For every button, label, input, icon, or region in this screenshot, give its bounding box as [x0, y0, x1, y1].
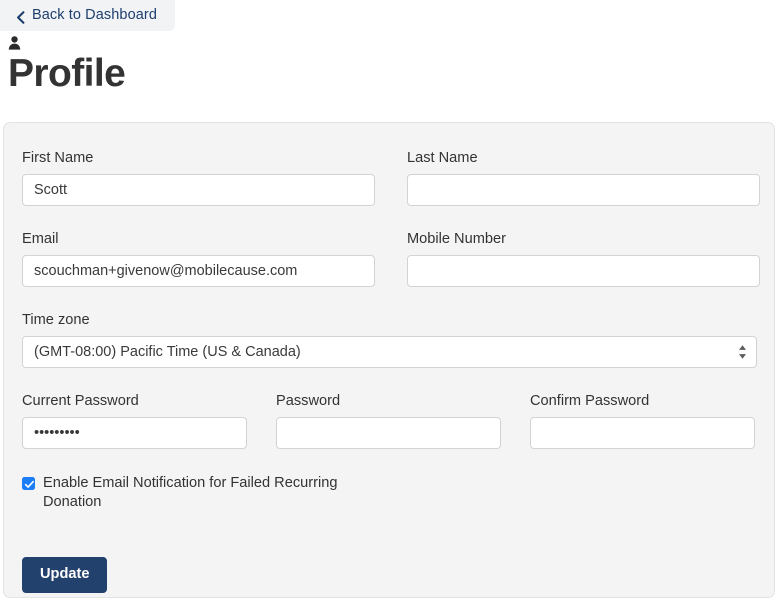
new-password-label: Password [276, 393, 341, 409]
user-icon [8, 36, 21, 50]
password-row: Current Password Password Confirm Passwo… [22, 392, 757, 449]
profile-page: Back to Dashboard Profile First Name Las… [0, 0, 778, 604]
current-password-field: Current Password [22, 392, 247, 449]
update-button[interactable]: Update [22, 557, 108, 593]
timezone-row: Time zone (GMT-08:00) Pacific Time (US &… [22, 311, 757, 368]
first-name-label: First Name [22, 150, 94, 166]
last-name-field: Last Name [407, 149, 760, 206]
email-field: Email [22, 230, 375, 287]
confirm-password-field: Confirm Password [530, 392, 755, 449]
back-to-dashboard-label: Back to Dashboard [32, 7, 158, 24]
confirm-password-input[interactable] [530, 417, 755, 449]
first-name-input[interactable] [22, 174, 375, 206]
timezone-label: Time zone [22, 312, 90, 328]
email-notification-row[interactable]: Enable Email Notification for Failed Rec… [22, 473, 757, 512]
name-row: First Name Last Name [22, 149, 760, 206]
chevron-left-icon [16, 11, 25, 24]
current-password-input[interactable] [22, 417, 247, 449]
last-name-input[interactable] [407, 174, 760, 206]
email-input[interactable] [22, 255, 375, 287]
mobile-number-label: Mobile Number [407, 231, 506, 247]
email-notification-label[interactable]: Enable Email Notification for Failed Rec… [43, 474, 343, 512]
timezone-field: Time zone (GMT-08:00) Pacific Time (US &… [22, 311, 757, 368]
page-header: Profile [8, 36, 408, 96]
confirm-password-label: Confirm Password [530, 393, 650, 409]
mobile-number-field: Mobile Number [407, 230, 760, 287]
first-name-field: First Name [22, 149, 375, 206]
last-name-label: Last Name [407, 150, 478, 166]
check-icon [24, 480, 34, 488]
profile-form-card: First Name Last Name Email Mobile Number [3, 122, 775, 598]
contact-row: Email Mobile Number [22, 230, 760, 287]
mobile-number-input[interactable] [407, 255, 760, 287]
back-to-dashboard-button[interactable]: Back to Dashboard [0, 0, 176, 31]
current-password-label: Current Password [22, 393, 139, 409]
email-label: Email [22, 231, 59, 247]
email-notification-checkbox[interactable] [22, 477, 35, 490]
timezone-select[interactable]: (GMT-08:00) Pacific Time (US & Canada) [22, 336, 757, 368]
new-password-input[interactable] [276, 417, 501, 449]
page-title: Profile [8, 52, 126, 95]
new-password-field: Password [276, 392, 501, 449]
